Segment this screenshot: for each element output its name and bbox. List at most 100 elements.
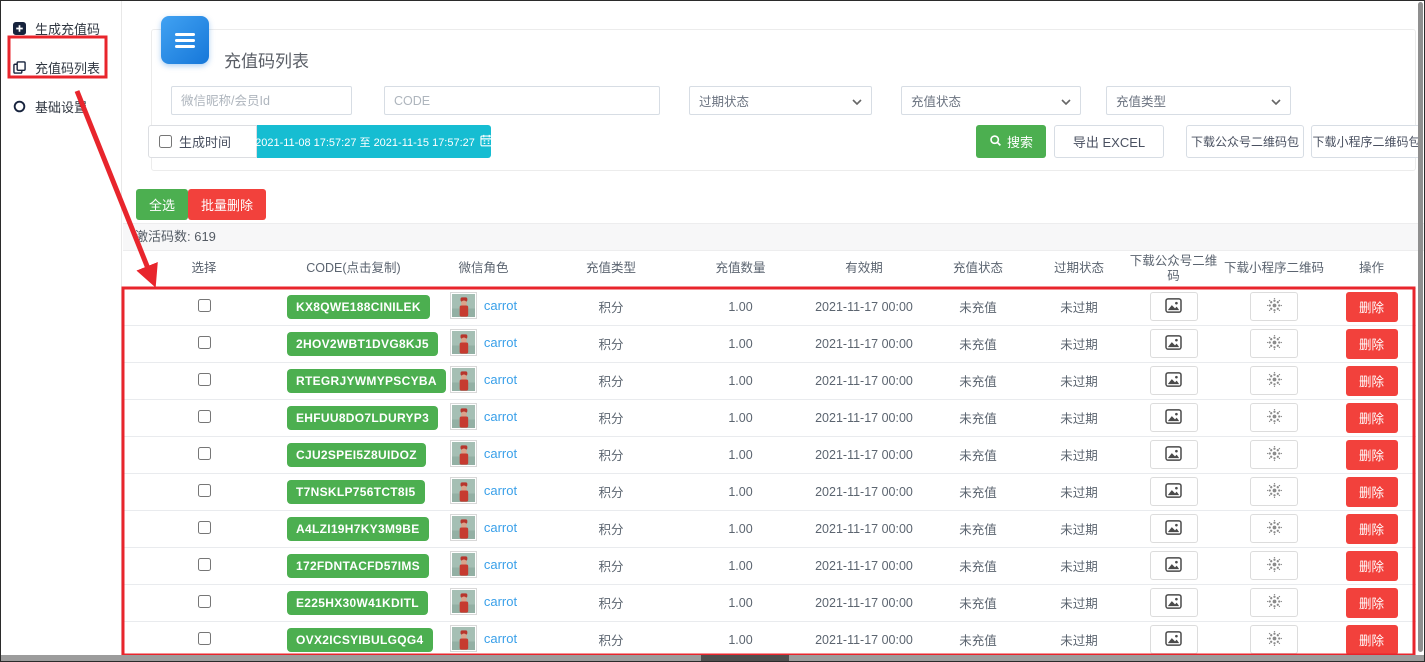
table-row: E225HX30W41KDITL carrot 积分 1.00 2021-11-… bbox=[123, 584, 1416, 621]
code-badge[interactable]: A4LZI19H7KY3M9BE bbox=[287, 517, 429, 541]
wechat-role-link[interactable]: carrot bbox=[484, 372, 517, 387]
delete-button[interactable]: 删除 bbox=[1346, 477, 1398, 507]
row-checkbox[interactable] bbox=[198, 447, 211, 460]
batch-delete-button[interactable]: 批量删除 bbox=[188, 189, 266, 220]
code-badge[interactable]: E225HX30W41KDITL bbox=[287, 591, 428, 615]
download-mini-qr-button[interactable] bbox=[1250, 514, 1298, 543]
download-mp-qr-button[interactable] bbox=[1150, 477, 1198, 506]
download-mp-qr-button[interactable] bbox=[1150, 625, 1198, 654]
wechat-role-link[interactable]: carrot bbox=[484, 520, 517, 535]
download-mp-qr-button[interactable] bbox=[1150, 440, 1198, 469]
download-mp-qr-button[interactable] bbox=[1150, 514, 1198, 543]
delete-button[interactable]: 删除 bbox=[1346, 292, 1398, 322]
wechat-role-link[interactable]: carrot bbox=[484, 409, 517, 424]
delete-button[interactable]: 删除 bbox=[1346, 366, 1398, 396]
vertical-scrollbar[interactable] bbox=[1418, 2, 1423, 652]
mini-qr-icon bbox=[1266, 371, 1283, 391]
recharge-type-cell: 积分 bbox=[545, 584, 677, 621]
row-checkbox[interactable] bbox=[198, 410, 211, 423]
table-row: CJU2SPEI5Z8UIDOZ carrot 积分 1.00 2021-11-… bbox=[123, 436, 1416, 473]
wechat-role-cell: carrot bbox=[450, 551, 517, 578]
search-button[interactable]: 搜索 bbox=[976, 125, 1046, 158]
recharge-status-select[interactable]: 充值状态 bbox=[901, 86, 1081, 115]
download-mini-qr-button[interactable] bbox=[1250, 366, 1298, 395]
select-all-button[interactable]: 全选 bbox=[136, 189, 188, 220]
expire-status-select[interactable]: 过期状态 bbox=[689, 86, 872, 115]
download-mp-qr-button[interactable] bbox=[1150, 329, 1198, 358]
wechat-role-link[interactable]: carrot bbox=[484, 335, 517, 350]
expiry-cell: 2021-11-17 00:00 bbox=[804, 288, 924, 325]
recharge-status-cell: 未充值 bbox=[924, 473, 1032, 510]
delete-button[interactable]: 删除 bbox=[1346, 329, 1398, 359]
image-icon bbox=[1165, 594, 1182, 612]
code-badge[interactable]: 172FDNTACFD57IMS bbox=[287, 554, 429, 578]
wechat-role-link[interactable]: carrot bbox=[484, 446, 517, 461]
generate-time-group: 生成时间 bbox=[148, 125, 257, 158]
row-checkbox[interactable] bbox=[198, 595, 211, 608]
sidebar-item-basic-settings[interactable]: 基础设置 bbox=[1, 87, 121, 126]
delete-button[interactable]: 删除 bbox=[1346, 514, 1398, 544]
carrot-avatar bbox=[450, 588, 477, 615]
download-mp-qr-button[interactable] bbox=[1150, 292, 1198, 321]
export-excel-button[interactable]: 导出 EXCEL bbox=[1054, 125, 1164, 158]
code-badge[interactable]: KX8QWE188CINILEK bbox=[287, 295, 430, 319]
chevron-down-icon bbox=[1271, 94, 1281, 108]
row-checkbox[interactable] bbox=[198, 299, 211, 312]
horizontal-scrollbar-thumb[interactable] bbox=[701, 655, 789, 661]
download-mini-qr-button[interactable] bbox=[1250, 551, 1298, 580]
row-checkbox[interactable] bbox=[198, 521, 211, 534]
wechat-role-cell: carrot bbox=[450, 625, 517, 652]
row-checkbox[interactable] bbox=[198, 373, 211, 386]
table-row: OVX2ICSYIBULGQG4 carrot 积分 1.00 2021-11-… bbox=[123, 621, 1416, 658]
download-mini-qr-pack-button[interactable]: 下载小程序二维码包 bbox=[1311, 125, 1422, 158]
download-mp-qr-pack-button[interactable]: 下载公众号二维码包 bbox=[1186, 125, 1304, 158]
generate-time-checkbox[interactable] bbox=[159, 135, 172, 148]
hamburger-icon[interactable] bbox=[161, 16, 209, 64]
wechat-role-link[interactable]: carrot bbox=[484, 557, 517, 572]
copy-icon bbox=[13, 61, 26, 74]
download-mp-qr-button[interactable] bbox=[1150, 588, 1198, 617]
download-mp-qr-button[interactable] bbox=[1150, 366, 1198, 395]
download-mini-qr-button[interactable] bbox=[1250, 477, 1298, 506]
download-mini-qr-button[interactable] bbox=[1250, 292, 1298, 321]
nickname-input[interactable] bbox=[171, 86, 352, 115]
sidebar-item-code-list[interactable]: 充值码列表 bbox=[1, 48, 121, 87]
code-badge[interactable]: 2HOV2WBT1DVG8KJ5 bbox=[287, 332, 438, 356]
image-icon bbox=[1165, 298, 1182, 316]
download-mini-qr-button[interactable] bbox=[1250, 403, 1298, 432]
delete-button[interactable]: 删除 bbox=[1346, 588, 1398, 618]
horizontal-scrollbar[interactable] bbox=[1, 655, 1424, 661]
download-mini-qr-button[interactable] bbox=[1250, 625, 1298, 654]
date-range-button[interactable]: 2021-11-08 17:57:27 至 2021-11-15 17:57:2… bbox=[257, 125, 491, 158]
code-badge[interactable]: EHFUU8DO7LDURYP3 bbox=[287, 406, 438, 430]
row-checkbox[interactable] bbox=[198, 558, 211, 571]
delete-button[interactable]: 删除 bbox=[1346, 440, 1398, 470]
download-mp-qr-button[interactable] bbox=[1150, 403, 1198, 432]
download-mp-qr-button[interactable] bbox=[1150, 551, 1198, 580]
carrot-avatar bbox=[450, 440, 477, 467]
download-mini-qr-button[interactable] bbox=[1250, 440, 1298, 469]
row-checkbox[interactable] bbox=[198, 336, 211, 349]
sidebar-item-generate-code[interactable]: 生成充值码 bbox=[1, 9, 121, 48]
delete-button[interactable]: 删除 bbox=[1346, 403, 1398, 433]
wechat-role-link[interactable]: carrot bbox=[484, 483, 517, 498]
code-badge[interactable]: T7NSKLP756TCT8I5 bbox=[287, 480, 425, 504]
expire-status-cell: 未过期 bbox=[1032, 399, 1126, 436]
download-mini-qr-button[interactable] bbox=[1250, 588, 1298, 617]
code-input[interactable] bbox=[384, 86, 660, 115]
row-checkbox[interactable] bbox=[198, 484, 211, 497]
recharge-type-cell: 积分 bbox=[545, 325, 677, 362]
download-mini-qr-button[interactable] bbox=[1250, 329, 1298, 358]
recharge-code-admin-page: 生成充值码 充值码列表 基础设置 充值码列表 过期状态 充值状态 充值类型 bbox=[0, 0, 1425, 662]
recharge-type-select[interactable]: 充值类型 bbox=[1106, 86, 1291, 115]
amount-cell: 1.00 bbox=[677, 399, 804, 436]
wechat-role-link[interactable]: carrot bbox=[484, 631, 517, 646]
code-badge[interactable]: OVX2ICSYIBULGQG4 bbox=[287, 628, 433, 652]
delete-button[interactable]: 删除 bbox=[1346, 625, 1398, 655]
row-checkbox[interactable] bbox=[198, 632, 211, 645]
code-badge[interactable]: RTEGRJYWMYPSCYBA bbox=[287, 369, 446, 393]
wechat-role-link[interactable]: carrot bbox=[484, 298, 517, 313]
wechat-role-link[interactable]: carrot bbox=[484, 594, 517, 609]
delete-button[interactable]: 删除 bbox=[1346, 551, 1398, 581]
code-badge[interactable]: CJU2SPEI5Z8UIDOZ bbox=[287, 443, 426, 467]
